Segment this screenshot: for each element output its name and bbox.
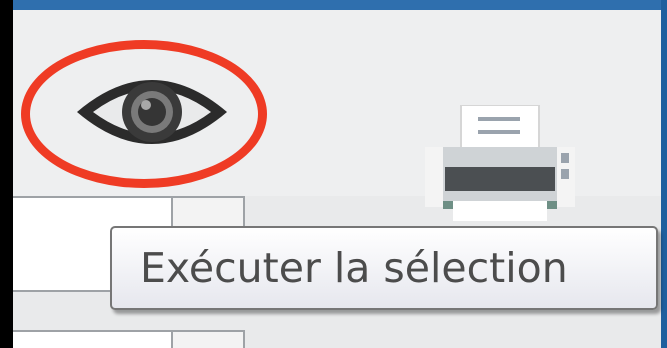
print-button[interactable] bbox=[423, 104, 579, 225]
execute-selection-button[interactable] bbox=[73, 68, 231, 156]
secondary-field-button[interactable] bbox=[171, 330, 245, 348]
eye-icon bbox=[77, 80, 227, 144]
secondary-field[interactable] bbox=[13, 330, 173, 348]
window-right-edge bbox=[661, 0, 667, 348]
tooltip: Exécuter la sélection bbox=[110, 226, 658, 310]
tooltip-text: Exécuter la sélection bbox=[140, 244, 568, 292]
toolbar bbox=[13, 10, 661, 221]
window-title-bar bbox=[0, 0, 667, 10]
window-left-edge bbox=[0, 0, 13, 348]
printer-icon bbox=[425, 104, 575, 221]
